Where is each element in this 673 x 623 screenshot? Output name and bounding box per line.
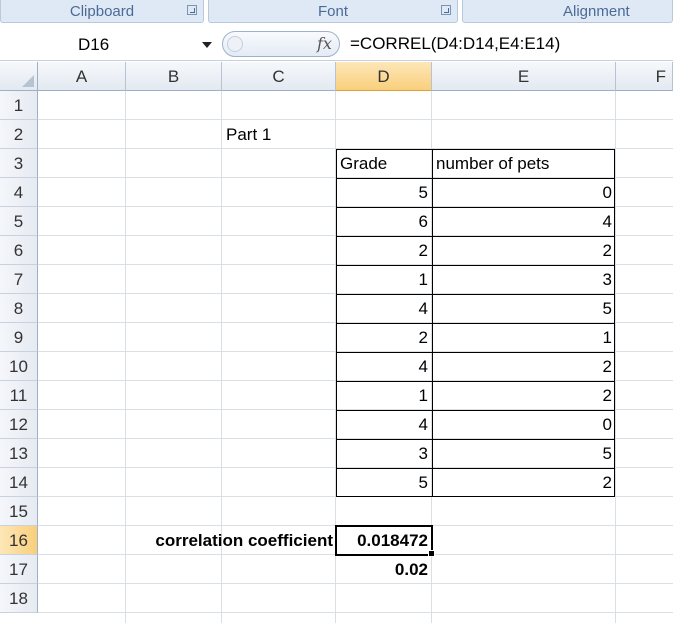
name-box-value: D16 <box>78 35 110 54</box>
row-header-3[interactable]: 3 <box>0 149 38 178</box>
chevron-down-icon[interactable] <box>202 42 212 48</box>
row-header-4[interactable]: 4 <box>0 178 38 207</box>
cell-d12[interactable]: 4 <box>336 410 432 439</box>
dialog-launcher-icon[interactable] <box>187 5 197 15</box>
row-header-11[interactable]: 11 <box>0 381 38 410</box>
select-all-button[interactable] <box>0 62 38 91</box>
cell-e5[interactable]: 4 <box>432 207 616 236</box>
column-header-f[interactable]: F <box>616 62 673 91</box>
cell-d10[interactable]: 4 <box>336 352 432 381</box>
cell-d5[interactable]: 6 <box>336 207 432 236</box>
cell-d14[interactable]: 5 <box>336 468 432 497</box>
row-header-2[interactable]: 2 <box>0 120 38 149</box>
cell-d8[interactable]: 4 <box>336 294 432 323</box>
cell-e7[interactable]: 3 <box>432 265 616 294</box>
table-header-grade[interactable]: Grade <box>336 149 432 178</box>
ribbon-group-alignment[interactable]: Alignment <box>462 0 673 23</box>
cell-d13[interactable]: 3 <box>336 439 432 468</box>
column-header-e[interactable]: E <box>432 62 616 91</box>
font-group-label: Font <box>317 3 348 20</box>
row-header-9[interactable]: 9 <box>0 323 38 352</box>
formula-input[interactable]: =CORREL(D4:D14,E4:E14) <box>350 34 560 54</box>
cell-d17[interactable]: 0.02 <box>336 555 432 584</box>
cell-e4[interactable]: 0 <box>432 178 616 207</box>
ribbon-group-clipboard[interactable]: Clipboard <box>0 0 204 23</box>
cell-d11[interactable]: 1 <box>336 381 432 410</box>
table-header-pets[interactable]: number of pets <box>432 149 616 178</box>
cell-d7[interactable]: 1 <box>336 265 432 294</box>
row-header-18[interactable]: 18 <box>0 584 38 613</box>
ribbon-group-labels: Clipboard Font Alignment <box>0 0 673 27</box>
row-header-15[interactable]: 15 <box>0 497 38 526</box>
row-header-5[interactable]: 5 <box>0 207 38 236</box>
ribbon-group-font[interactable]: Font <box>208 0 458 23</box>
cell-e14[interactable]: 2 <box>432 468 616 497</box>
cell-c2[interactable]: Part 1 <box>222 120 336 149</box>
insert-function-icon[interactable]: fx <box>317 34 332 53</box>
fill-handle[interactable] <box>428 550 435 557</box>
cell-e8[interactable]: 5 <box>432 294 616 323</box>
correlation-label[interactable]: correlation coefficient <box>126 526 336 555</box>
expand-formula-icon[interactable] <box>227 36 243 52</box>
column-header-b[interactable]: B <box>126 62 222 91</box>
formula-controls: fx <box>222 31 340 57</box>
cell-d9[interactable]: 2 <box>336 323 432 352</box>
cell-d4[interactable]: 5 <box>336 178 432 207</box>
row-header-1[interactable]: 1 <box>0 91 38 120</box>
row-header-8[interactable]: 8 <box>0 294 38 323</box>
name-box[interactable]: D16 <box>0 32 218 56</box>
row-header-10[interactable]: 10 <box>0 352 38 381</box>
cell-e10[interactable]: 2 <box>432 352 616 381</box>
row-header-7[interactable]: 7 <box>0 265 38 294</box>
row-header-12[interactable]: 12 <box>0 410 38 439</box>
clipboard-group-label: Clipboard <box>69 3 135 20</box>
row-header-14[interactable]: 14 <box>0 468 38 497</box>
cell-e11[interactable]: 2 <box>432 381 616 410</box>
row-header-17[interactable]: 17 <box>0 555 38 584</box>
cell-e6[interactable]: 2 <box>432 236 616 265</box>
cell-e12[interactable]: 0 <box>432 410 616 439</box>
formula-bar: D16 fx =CORREL(D4:D14,E4:E14) <box>0 27 673 61</box>
cell-e9[interactable]: 1 <box>432 323 616 352</box>
column-header-c[interactable]: C <box>222 62 336 91</box>
column-header-a[interactable]: A <box>38 62 126 91</box>
dialog-launcher-icon[interactable] <box>441 5 451 15</box>
cell-d6[interactable]: 2 <box>336 236 432 265</box>
row-header-13[interactable]: 13 <box>0 439 38 468</box>
row-header-16[interactable]: 16 <box>0 526 38 555</box>
alignment-group-label: Alignment <box>563 3 630 20</box>
active-cell-border <box>335 525 433 556</box>
column-header-d[interactable]: D <box>336 62 432 91</box>
cell-e13[interactable]: 5 <box>432 439 616 468</box>
row-header-6[interactable]: 6 <box>0 236 38 265</box>
